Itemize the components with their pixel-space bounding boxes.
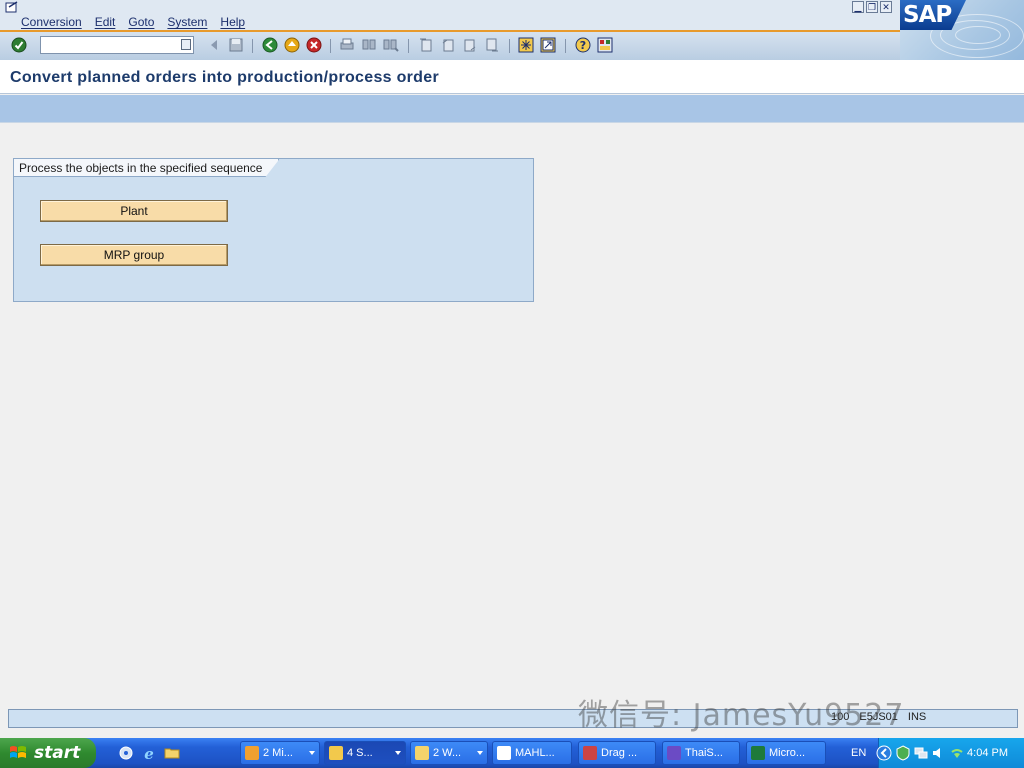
restore-icon[interactable]: ❐ [866,1,878,13]
word-app-icon [497,746,511,760]
shortcut-icon[interactable] [540,37,556,53]
taskbar-group-1[interactable]: 2 Mi... [240,741,320,765]
cancel-icon[interactable] [306,37,322,53]
back-icon[interactable] [206,37,222,53]
green-back-icon[interactable] [262,37,278,53]
sequence-groupbox: Process the objects in the specified seq… [13,158,534,302]
menu-system[interactable]: System [167,15,207,29]
standard-toolbar: ? [0,32,900,60]
language-indicator[interactable]: EN [851,747,866,759]
tray-expand-icon[interactable] [876,745,892,761]
toolbar-separator [565,39,566,53]
taskbar-group-3[interactable]: 2 W... [410,741,488,765]
windows-taskbar: start e 2 Mi... 4 S... 2 W... MAHL... Dr… [0,738,1024,768]
first-page-icon[interactable] [418,37,434,53]
svg-text:?: ? [580,39,586,52]
customize-layout-icon[interactable] [597,37,613,53]
menu-list: Conversion Edit Goto System Help [21,15,245,29]
window-controls: ▁ ❐ ✕ [852,1,892,13]
security-icon[interactable] [895,745,911,761]
watermark: 微信号: JamesYu9527 [578,698,905,733]
command-field[interactable] [40,36,194,54]
taskbar-group-2[interactable]: 4 S... [324,741,406,765]
menu-edit[interactable]: Edit [95,15,116,29]
task-label: 4 S... [347,747,373,759]
clock-app-icon [245,746,259,760]
task-label: MAHL... [515,747,555,759]
mrp-group-button[interactable]: MRP group [40,244,228,266]
last-page-icon[interactable] [484,37,500,53]
taskbar-clock[interactable]: 4:04 PM [967,747,1008,759]
system-tray: 4:04 PM [876,738,1024,768]
toolbar-separator [252,39,253,53]
toolbar-separator [509,39,510,53]
system-menu-icon[interactable] [5,1,19,13]
minimize-icon[interactable]: ▁ [852,1,864,13]
plant-button[interactable]: Plant [40,200,228,222]
groupbox-title: Process the objects in the specified seq… [14,159,279,177]
start-label: start [34,743,81,763]
taskbar-task-drag[interactable]: Drag ... [578,741,656,765]
task-label: 2 W... [433,747,462,759]
quicklaunch-settings-icon[interactable] [118,745,134,761]
create-session-icon[interactable] [518,37,534,53]
application-toolbar [0,95,1024,123]
menu-bar: Conversion Edit Goto System Help ▁ ❐ ✕ [0,0,1024,32]
print-icon[interactable] [339,37,355,53]
start-button[interactable]: start [0,738,96,768]
menu-conversion[interactable]: Conversion [21,15,82,29]
task-label: Drag ... [601,747,638,759]
wifi-icon[interactable] [949,745,965,761]
menu-goto[interactable]: Goto [128,15,154,29]
toolbar-separator [408,39,409,53]
taskbar-task-word[interactable]: MAHL... [492,741,572,765]
task-label: ThaiS... [685,747,723,759]
exit-icon[interactable] [284,37,300,53]
thai-app-icon [667,746,681,760]
input-mode[interactable]: INS [908,711,926,723]
taskbar-task-thai[interactable]: ThaiS... [662,741,740,765]
close-icon[interactable]: ✕ [880,1,892,13]
page-title: Convert planned orders into production/p… [10,69,439,86]
excel-app-icon [751,746,765,760]
command-history-icon[interactable] [181,39,191,50]
toolbar-separator [330,39,331,53]
find-icon[interactable] [361,37,377,53]
enter-icon[interactable] [11,37,27,53]
folder-icon[interactable] [164,745,180,761]
svg-text:e: e [144,745,154,761]
help-icon[interactable]: ? [575,37,591,53]
screen-title-bar: Convert planned orders into production/p… [0,60,1024,94]
network-icon[interactable] [913,745,929,761]
folder-app-icon [415,746,429,760]
save-icon[interactable] [228,37,244,53]
sap-logo: SAP [900,0,1024,60]
internet-explorer-icon[interactable]: e [141,745,157,761]
taskbar-task-excel[interactable]: Micro... [746,741,826,765]
sap-app-icon [329,746,343,760]
drag-app-icon [583,746,597,760]
volume-icon[interactable] [931,745,947,761]
prev-page-icon[interactable] [440,37,456,53]
menu-help[interactable]: Help [220,15,245,29]
windows-flag-icon [10,746,26,758]
task-label: 2 Mi... [263,747,293,759]
task-label: Micro... [769,747,806,759]
find-next-icon[interactable] [383,37,399,53]
next-page-icon[interactable] [462,37,478,53]
